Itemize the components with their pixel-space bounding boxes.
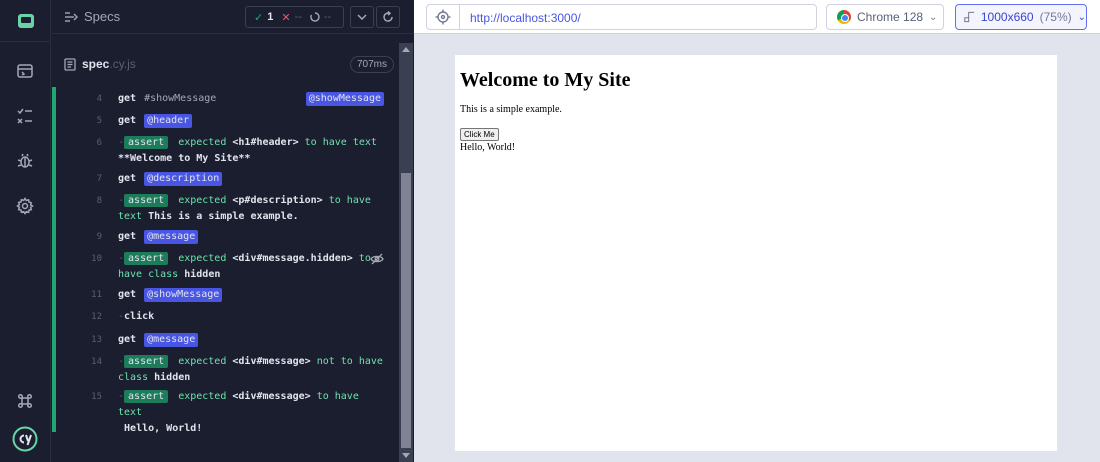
alias-badge: @header — [144, 114, 193, 128]
assert-badge: assert — [124, 136, 169, 149]
assert-badge: assert — [124, 390, 169, 403]
line-number: 11 — [91, 290, 102, 300]
chevron-down-icon: ⌄ — [1077, 11, 1086, 23]
alias-badge: @message — [144, 230, 199, 244]
specs-toggle[interactable]: Specs — [64, 9, 120, 24]
viewport-size: 1000x660 — [980, 10, 1034, 24]
specs-list-icon — [65, 11, 78, 22]
selector-playground-button[interactable] — [426, 4, 460, 30]
line-number: 6 — [96, 138, 102, 148]
spec-filename: spec.cy.js — [64, 57, 136, 71]
alias-badge: @showMessage — [144, 288, 223, 302]
hidden-eye-icon — [370, 253, 384, 271]
failed-stat: ✕ -- — [281, 11, 302, 24]
passed-stat: ✓ 1 — [254, 11, 273, 24]
keyboard-shortcuts-icon[interactable] — [14, 390, 36, 412]
command-list: 4 get #showMessage @showMessage 5 get @head… — [78, 87, 390, 434]
line-number: 7 — [96, 174, 102, 184]
scroll-down-arrow-icon[interactable] — [402, 453, 410, 458]
alias-badge: @showMessage — [305, 92, 384, 106]
debug-bug-icon[interactable] — [14, 150, 36, 172]
chevron-down-icon: ⌄ — [929, 11, 938, 23]
pending-spinner-icon — [310, 12, 320, 22]
passed-count: 1 — [267, 11, 274, 23]
viewport-selector[interactable]: 1000x660 (75%) ⌄ — [955, 4, 1087, 30]
specs-label: Specs — [84, 9, 121, 24]
line-number: 12 — [91, 312, 102, 322]
url-bar[interactable]: http://localhost:3000/ — [459, 4, 817, 30]
pending-count: -- — [323, 11, 332, 23]
reporter-header: Specs ✓ 1 ✕ -- -- — [52, 0, 414, 34]
spec-header: spec.cy.js 707ms — [52, 46, 398, 80]
page-heading: Welcome to My Site — [460, 69, 631, 91]
scroll-thumb[interactable] — [401, 173, 411, 448]
refresh-icon — [383, 11, 393, 22]
cross-icon: ✕ — [281, 11, 291, 24]
line-number: 8 — [96, 196, 102, 206]
spec-name: spec — [82, 57, 110, 71]
document-icon — [64, 57, 76, 71]
runs-nav-icon[interactable] — [14, 105, 36, 127]
cypress-app: Specs ✓ 1 ✕ -- -- spec.cy.js 707ms 4 get… — [0, 0, 1100, 462]
command-log-reporter: Specs ✓ 1 ✕ -- -- spec.cy.js 707ms 4 get… — [52, 0, 414, 462]
line-number: 5 — [96, 116, 102, 126]
side-nav — [0, 0, 51, 462]
browser-label: Chrome 128 — [857, 10, 924, 24]
chrome-icon — [837, 10, 851, 24]
spec-ext: .cy.js — [109, 57, 136, 71]
line-number: 10 — [91, 254, 102, 264]
message-text: Hello, World! — [460, 142, 516, 153]
assert-badge: assert — [124, 355, 169, 368]
collapse-button[interactable] — [350, 6, 374, 28]
project-icon — [17, 13, 34, 28]
cypress-logo-icon[interactable] — [12, 426, 38, 452]
failed-count: -- — [294, 11, 302, 23]
browser-selector[interactable]: Chrome 128 ⌄ — [826, 4, 944, 30]
page-description: This is a simple example. — [460, 104, 562, 115]
alias-badge: @description — [144, 172, 223, 186]
line-number: 13 — [91, 335, 102, 345]
command-list-panel: 4 get #showMessage @showMessage 5 get @head… — [52, 87, 398, 434]
alias-badge: @message — [144, 333, 199, 347]
project-logo[interactable] — [0, 0, 51, 42]
viewport-scale: (75%) — [1039, 10, 1072, 24]
line-number: 9 — [96, 232, 102, 242]
viewport-icon — [964, 11, 975, 23]
crosshair-icon — [435, 9, 451, 25]
spec-duration-badge: 707ms — [349, 56, 394, 73]
chevron-down-icon — [357, 14, 367, 20]
aut-toolbar: http://localhost:3000/ Chrome 128 ⌄ 1000… — [414, 0, 1100, 34]
aut-iframe: Welcome to My Site This is a simple exam… — [455, 55, 1057, 451]
click-me-button[interactable]: Click Me — [460, 128, 499, 141]
specs-nav-icon[interactable] — [14, 60, 36, 82]
line-number: 4 — [96, 94, 102, 104]
line-number: 14 — [91, 357, 102, 367]
rerun-button[interactable] — [376, 6, 400, 28]
test-stats: ✓ 1 ✕ -- -- — [245, 6, 344, 28]
line-number: 15 — [91, 392, 102, 402]
app-under-test-area: http://localhost:3000/ Chrome 128 ⌄ 1000… — [414, 0, 1100, 462]
reporter-scrollbar[interactable] — [399, 43, 413, 462]
scroll-up-arrow-icon[interactable] — [402, 47, 410, 52]
pending-stat: -- — [310, 11, 331, 23]
assert-badge: assert — [124, 194, 169, 207]
settings-gear-icon[interactable] — [14, 195, 36, 217]
check-icon: ✓ — [254, 11, 264, 24]
assert-badge: assert — [124, 252, 169, 265]
